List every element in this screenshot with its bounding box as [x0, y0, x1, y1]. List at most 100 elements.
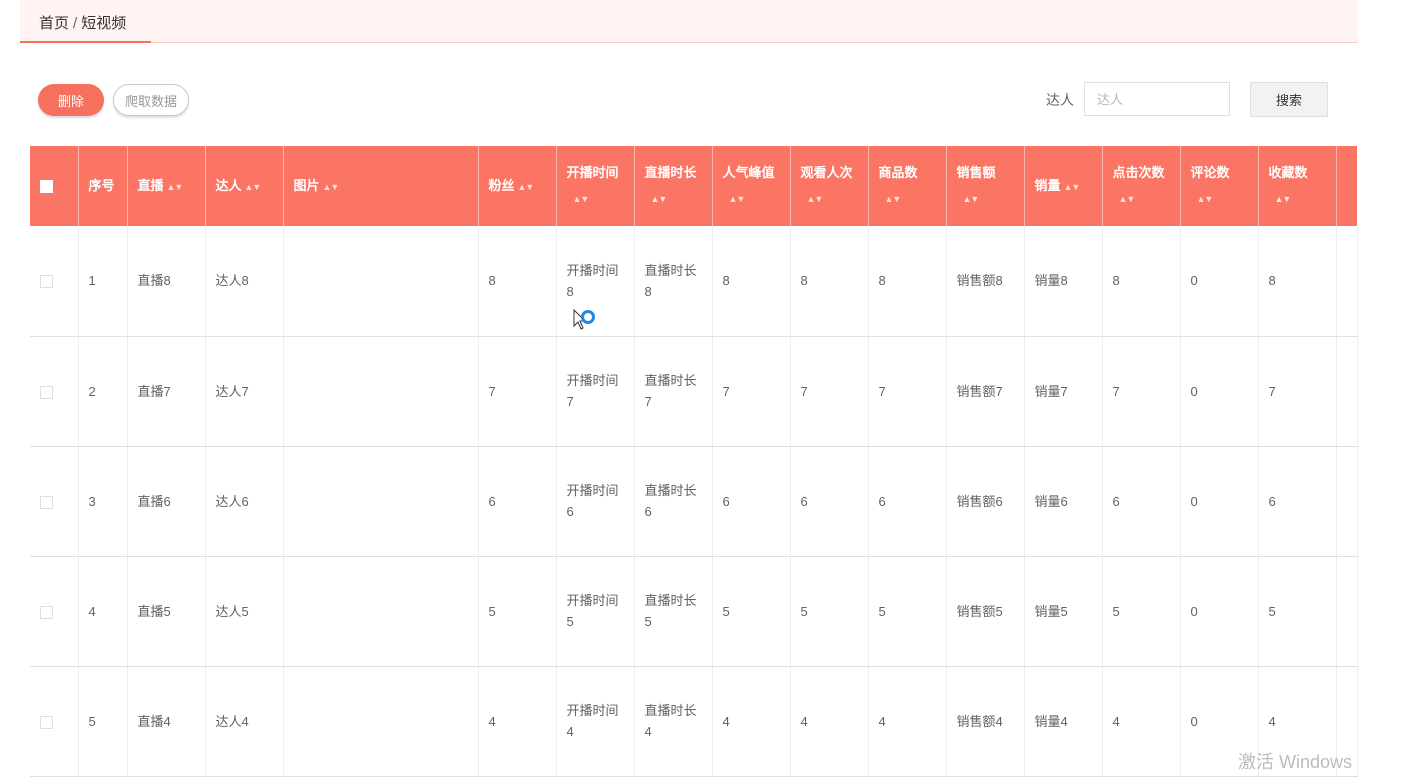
cell-comments: 0	[1180, 556, 1259, 667]
cell-sales-volume: 销量7	[1024, 336, 1103, 447]
breadcrumb-current: 短视频	[81, 15, 127, 32]
cell-live: 直播4	[127, 666, 206, 777]
crawl-data-button[interactable]: 爬取数据	[113, 84, 189, 116]
sort-caret-icon[interactable]: ▲▼	[1064, 182, 1081, 192]
cell-fans: 6	[478, 446, 557, 557]
breadcrumb-home[interactable]: 首页	[39, 15, 69, 32]
sort-caret-icon[interactable]: ▲▼	[1119, 186, 1170, 212]
row-checkbox[interactable]	[40, 605, 53, 619]
cell-start-time: 开播时间4	[556, 666, 635, 777]
sort-caret-icon[interactable]: ▲▼	[1197, 186, 1248, 212]
column-header-overflow	[1336, 146, 1357, 226]
row-select-cell[interactable]	[30, 446, 79, 557]
sort-caret-icon[interactable]: ▲▼	[323, 182, 340, 192]
search-input[interactable]	[1084, 82, 1230, 116]
cell-index: 5	[78, 666, 128, 777]
cell-comments: 0	[1180, 446, 1259, 557]
cell-sales-amount: 销售额8	[946, 226, 1025, 337]
cell-image	[283, 226, 479, 337]
row-checkbox[interactable]	[40, 275, 53, 289]
sort-caret-icon[interactable]: ▲▼	[1275, 186, 1326, 212]
cell-sales-volume: 销量6	[1024, 446, 1103, 557]
column-header-duration[interactable]: 直播时长 ▲▼	[634, 146, 713, 226]
breadcrumb-active-underline	[20, 41, 151, 43]
column-header-fans[interactable]: 粉丝 ▲▼	[478, 146, 557, 226]
cell-goods: 8	[868, 226, 947, 337]
column-header-sales-amount[interactable]: 销售额 ▲▼	[946, 146, 1025, 226]
table-row[interactable]: 2 直播7 达人7 7 开播时间7 直播时长7 7 7 7 销售额7 销量7 7 0 7	[30, 336, 1358, 447]
cell-viewers: 5	[790, 556, 869, 667]
cell-sales-amount: 销售额6	[946, 446, 1025, 557]
cell-overflow	[1336, 226, 1358, 337]
row-checkbox[interactable]	[40, 495, 53, 509]
cell-start-time: 开播时间5	[556, 556, 635, 667]
cell-viewers: 7	[790, 336, 869, 447]
sort-caret-icon[interactable]: ▲▼	[885, 186, 936, 212]
row-checkbox[interactable]	[40, 715, 53, 729]
cell-duration: 直播时长7	[634, 336, 713, 447]
column-header-expert[interactable]: 达人 ▲▼	[205, 146, 284, 226]
cell-clicks: 5	[1102, 556, 1181, 667]
row-select-cell[interactable]	[30, 226, 79, 337]
search-button[interactable]: 搜索	[1250, 82, 1328, 117]
row-select-cell[interactable]	[30, 556, 79, 667]
sort-caret-icon[interactable]: ▲▼	[518, 182, 535, 192]
cell-viewers: 6	[790, 446, 869, 557]
column-header-favorites[interactable]: 收藏数 ▲▼	[1258, 146, 1337, 226]
column-header-goods[interactable]: 商品数 ▲▼	[868, 146, 947, 226]
table-row[interactable]: 4 直播5 达人5 5 开播时间5 直播时长5 5 5 5 销售额5 销量5 5 0 5	[30, 556, 1358, 667]
cell-live: 直播7	[127, 336, 206, 447]
cell-sales-amount: 销售额7	[946, 336, 1025, 447]
select-all-checkbox[interactable]	[40, 180, 53, 194]
row-select-cell[interactable]	[30, 336, 79, 447]
breadcrumb: 首页 / 短视频	[39, 12, 126, 33]
column-header-sales-volume[interactable]: 销量 ▲▼	[1024, 146, 1103, 226]
cell-expert: 达人5	[205, 556, 284, 667]
sort-caret-icon[interactable]: ▲▼	[167, 182, 184, 192]
delete-button[interactable]: 删除	[38, 84, 104, 116]
cell-start-time: 开播时间8	[556, 226, 635, 337]
column-header-comments[interactable]: 评论数 ▲▼	[1180, 146, 1259, 226]
breadcrumb-separator: /	[73, 15, 78, 32]
cell-image	[283, 446, 479, 557]
cell-viewers: 8	[790, 226, 869, 337]
sort-caret-icon[interactable]: ▲▼	[245, 182, 262, 192]
cell-peak: 7	[712, 336, 791, 447]
sort-caret-icon[interactable]: ▲▼	[963, 186, 1014, 212]
column-header-viewers[interactable]: 观看人次 ▲▼	[790, 146, 869, 226]
table-header-row: 序号 直播 ▲▼ 达人 ▲▼ 图片 ▲▼ 粉丝 ▲▼ 开播时间 ▲▼ 直播时长 ▲▼ 人气峰…	[30, 146, 1357, 226]
cell-live: 直播5	[127, 556, 206, 667]
sort-caret-icon[interactable]: ▲▼	[729, 186, 780, 212]
cell-start-time: 开播时间6	[556, 446, 635, 557]
row-select-cell[interactable]	[30, 666, 79, 777]
column-header-live[interactable]: 直播 ▲▼	[127, 146, 206, 226]
cell-expert: 达人4	[205, 666, 284, 777]
cell-image	[283, 666, 479, 777]
column-header-peak[interactable]: 人气峰值 ▲▼	[712, 146, 791, 226]
cell-fans: 5	[478, 556, 557, 667]
sort-caret-icon[interactable]: ▲▼	[807, 186, 858, 212]
table-row[interactable]: 5 直播4 达人4 4 开播时间4 直播时长4 4 4 4 销售额4 销量4 4 0 4	[30, 666, 1358, 777]
cell-image	[283, 336, 479, 447]
cell-duration: 直播时长6	[634, 446, 713, 557]
row-checkbox[interactable]	[40, 385, 53, 399]
sort-caret-icon[interactable]: ▲▼	[573, 186, 624, 212]
column-header-clicks[interactable]: 点击次数 ▲▼	[1102, 146, 1181, 226]
sort-caret-icon[interactable]: ▲▼	[651, 186, 702, 212]
cell-overflow	[1336, 556, 1358, 667]
cell-peak: 4	[712, 666, 791, 777]
cell-goods: 5	[868, 556, 947, 667]
breadcrumb-bar: 首页 / 短视频	[20, 0, 1358, 43]
cell-clicks: 6	[1102, 446, 1181, 557]
cell-expert: 达人7	[205, 336, 284, 447]
table-row[interactable]: 3 直播6 达人6 6 开播时间6 直播时长6 6 6 6 销售额6 销量6 6 0 6	[30, 446, 1358, 557]
cell-overflow	[1336, 446, 1358, 557]
column-header-image[interactable]: 图片 ▲▼	[283, 146, 479, 226]
table-row[interactable]: 1 直播8 达人8 8 开播时间8 直播时长8 8 8 8 销售额8 销量8 8 0 8	[30, 226, 1358, 337]
cell-live: 直播8	[127, 226, 206, 337]
cell-peak: 8	[712, 226, 791, 337]
cell-favorites: 5	[1258, 556, 1337, 667]
column-header-start-time[interactable]: 开播时间 ▲▼	[556, 146, 635, 226]
cell-overflow	[1336, 336, 1358, 447]
select-all-header[interactable]	[30, 146, 79, 226]
